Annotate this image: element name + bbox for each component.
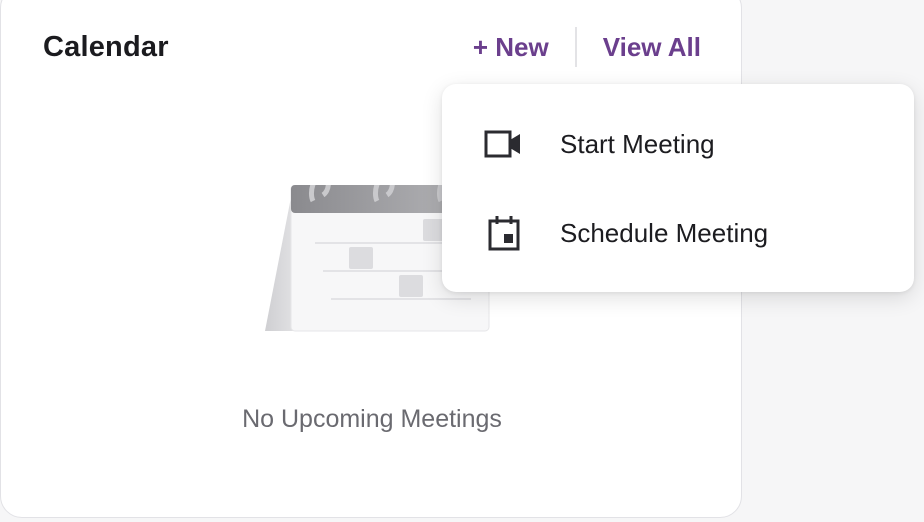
menu-item-schedule-meeting[interactable]: Schedule Meeting xyxy=(442,193,914,273)
new-dropdown-menu: Start Meeting Schedule Meeting xyxy=(442,84,914,292)
menu-item-start-meeting[interactable]: Start Meeting xyxy=(442,104,914,184)
new-button[interactable]: + New xyxy=(473,32,549,63)
view-all-button[interactable]: View All xyxy=(603,32,701,63)
video-camera-icon xyxy=(484,124,524,164)
menu-item-label: Start Meeting xyxy=(560,128,715,159)
header-actions: + New View All xyxy=(473,27,701,67)
stage: Calendar + New View All No Upcoming Meet… xyxy=(0,0,924,522)
empty-state-message: No Upcoming Meetings xyxy=(242,405,502,433)
card-title: Calendar xyxy=(43,31,169,63)
header-divider xyxy=(574,27,577,67)
calendar-schedule-icon xyxy=(484,213,524,253)
menu-item-label: Schedule Meeting xyxy=(560,217,769,248)
